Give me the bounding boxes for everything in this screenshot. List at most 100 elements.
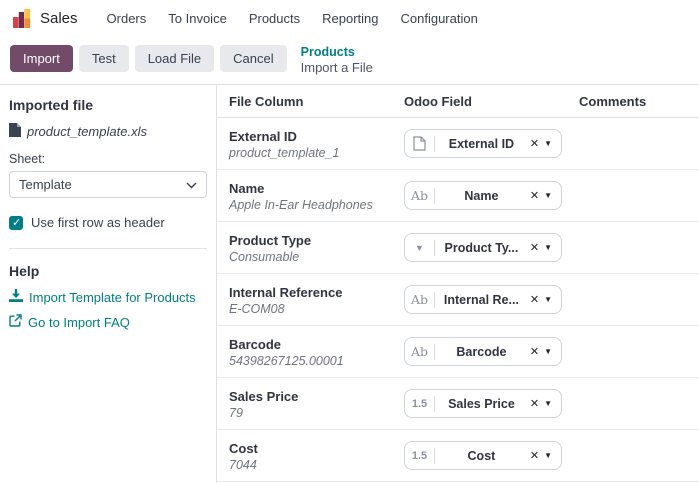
odoo-field-cell: External ID ✕ ▼ (404, 128, 579, 169)
cancel-button[interactable]: Cancel (220, 45, 287, 72)
mapping-row: Product Type Consumable ▼ Product Ty... … (217, 222, 699, 274)
external-link-icon (9, 314, 22, 330)
odoo-field-label: Product Ty... (444, 240, 519, 255)
sales-app-icon[interactable] (12, 8, 32, 28)
mapping-row: Barcode 54398267125.00001 Ab Barcode ✕ ▼ (217, 326, 699, 378)
field-dropdown-caret-icon[interactable]: ▼ (544, 399, 552, 408)
import-faq-link[interactable]: Go to Import FAQ (9, 314, 207, 330)
odoo-field-selector[interactable]: 1.5 Sales Price ✕ ▼ (404, 389, 562, 418)
odoo-import-screen: Sales Orders To Invoice Products Reporti… (0, 0, 699, 483)
text-ab-icon: Ab (410, 188, 429, 203)
file-column-name: Sales Price (229, 389, 299, 404)
remove-field-icon[interactable]: ✕ (530, 345, 539, 358)
breadcrumb-current: Import a File (300, 60, 373, 75)
first-row-header-label: Use first row as header (31, 215, 165, 230)
imported-file-heading: Imported file (9, 97, 94, 113)
field-dropdown-caret-icon[interactable]: ▼ (544, 295, 552, 304)
file-column-sample: Consumable (229, 250, 300, 264)
file-column-sample: 54398267125.00001 (229, 354, 344, 368)
sidebar-divider (9, 248, 207, 249)
imported-file-row: product_template.xls (9, 123, 207, 140)
comments-cell (579, 440, 699, 481)
nav-item-to-invoice[interactable]: To Invoice (157, 11, 238, 26)
odoo-field-cell: ▼ Product Ty... ✕ ▼ (404, 232, 579, 273)
mapping-table: File Column Odoo Field Comments External… (217, 85, 699, 483)
field-dropdown-caret-icon[interactable]: ▼ (544, 243, 552, 252)
help-heading: Help (9, 263, 40, 279)
mapping-rows: External ID product_template_1 External … (217, 118, 699, 482)
file-column-cell: Product Type Consumable (229, 232, 404, 273)
remove-field-icon[interactable]: ✕ (530, 397, 539, 410)
file-column-name: Product Type (229, 233, 312, 248)
odoo-field-selector[interactable]: Ab Internal Re... ✕ ▼ (404, 285, 562, 314)
remove-field-icon[interactable]: ✕ (530, 189, 539, 202)
odoo-field-selector[interactable]: 1.5 Cost ✕ ▼ (404, 441, 562, 470)
mapping-row: Sales Price 79 1.5 Sales Price ✕ ▼ (217, 378, 699, 430)
control-bar: Import Test Load File Cancel Products Im… (0, 36, 699, 85)
import-template-link[interactable]: Import Template for Products (9, 289, 207, 305)
mapping-row: Name Apple In-Ear Headphones Ab Name ✕ ▼ (217, 170, 699, 222)
table-header-row: File Column Odoo Field Comments (217, 85, 699, 118)
field-dropdown-caret-icon[interactable]: ▼ (544, 451, 552, 460)
header-odoo-field: Odoo Field (404, 93, 472, 109)
sheet-label: Sheet: (9, 152, 46, 166)
sidebar: Imported file product_template.xls Sheet… (0, 85, 217, 483)
load-file-button[interactable]: Load File (134, 45, 215, 72)
top-nav: Sales Orders To Invoice Products Reporti… (0, 0, 699, 36)
file-column-cell: External ID product_template_1 (229, 128, 404, 169)
comments-cell (579, 128, 699, 169)
field-dropdown-caret-icon[interactable]: ▼ (544, 191, 552, 200)
odoo-field-selector[interactable]: ▼ Product Ty... ✕ ▼ (404, 233, 562, 262)
file-icon (9, 123, 21, 140)
file-column-sample: E-COM08 (229, 302, 285, 316)
file-column-name: External ID (229, 129, 297, 144)
text-ab-icon: Ab (410, 344, 429, 359)
content: Imported file product_template.xls Sheet… (0, 85, 699, 483)
file-column-name: Barcode (229, 337, 282, 352)
text-ab-icon: Ab (410, 292, 429, 307)
download-icon (9, 289, 23, 305)
app-name[interactable]: Sales (40, 10, 78, 27)
odoo-field-selector[interactable]: External ID ✕ ▼ (404, 129, 562, 158)
file-column-cell: Internal Reference E-COM08 (229, 284, 404, 325)
file-column-name: Name (229, 181, 265, 196)
odoo-field-cell: 1.5 Cost ✕ ▼ (404, 440, 579, 481)
mapping-row: Cost 7044 1.5 Cost ✕ ▼ (217, 430, 699, 482)
header-file-column: File Column (229, 93, 304, 109)
odoo-field-label: Barcode (456, 344, 507, 359)
nav-item-products[interactable]: Products (238, 11, 311, 26)
file-column-sample: product_template_1 (229, 146, 340, 160)
import-faq-link-label: Go to Import FAQ (28, 314, 130, 330)
field-dropdown-caret-icon[interactable]: ▼ (544, 347, 552, 356)
sheet-select[interactable]: Template (9, 171, 207, 198)
nav-item-configuration[interactable]: Configuration (390, 11, 489, 26)
import-template-link-label: Import Template for Products (29, 289, 196, 305)
mapping-row: Internal Reference E-COM08 Ab Internal R… (217, 274, 699, 326)
nav-item-reporting[interactable]: Reporting (311, 11, 389, 26)
odoo-field-label: Sales Price (448, 396, 515, 411)
odoo-field-selector[interactable]: Ab Barcode ✕ ▼ (404, 337, 562, 366)
comments-cell (579, 284, 699, 325)
remove-field-icon[interactable]: ✕ (530, 241, 539, 254)
remove-field-icon[interactable]: ✕ (530, 449, 539, 462)
field-dropdown-caret-icon[interactable]: ▼ (544, 139, 552, 148)
file-column-name: Cost (229, 441, 258, 456)
odoo-field-label: Internal Re... (443, 292, 519, 307)
page-file-icon (405, 136, 434, 151)
remove-field-icon[interactable]: ✕ (530, 293, 539, 306)
odoo-field-cell: Ab Barcode ✕ ▼ (404, 336, 579, 377)
mapping-row: External ID product_template_1 External … (217, 118, 699, 170)
first-row-header-option[interactable]: Use first row as header (9, 215, 207, 230)
sheet-select-value: Template (19, 177, 72, 192)
file-column-cell: Barcode 54398267125.00001 (229, 336, 404, 377)
file-column-cell: Name Apple In-Ear Headphones (229, 180, 404, 221)
remove-field-icon[interactable]: ✕ (530, 137, 539, 150)
nav-item-orders[interactable]: Orders (96, 11, 158, 26)
first-row-header-checkbox[interactable] (9, 215, 23, 230)
odoo-field-selector[interactable]: Ab Name ✕ ▼ (404, 181, 562, 210)
import-button[interactable]: Import (10, 45, 73, 72)
file-column-sample: 7044 (229, 458, 257, 472)
file-column-sample: 79 (229, 406, 243, 420)
breadcrumb-products-link[interactable]: Products (301, 45, 373, 60)
test-button[interactable]: Test (78, 45, 129, 72)
